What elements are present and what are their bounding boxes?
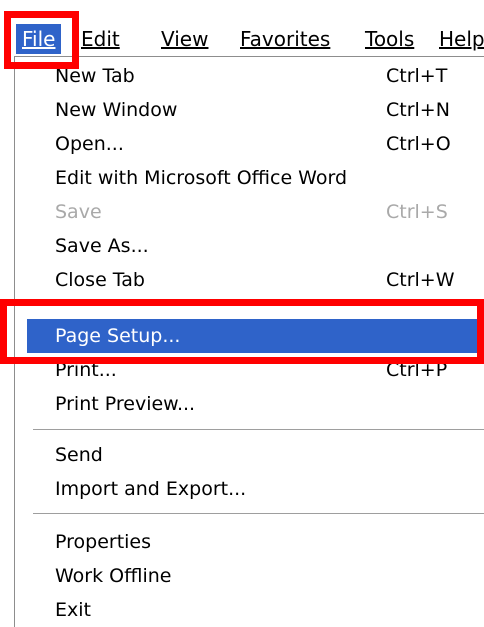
menu-item-new-tab[interactable]: New Tab Ctrl+T (55, 59, 484, 93)
menu-item-label: New Window (55, 99, 178, 121)
menu-file-label: File (22, 27, 56, 51)
menu-separator (33, 429, 484, 430)
menu-item-label: Open... (55, 133, 124, 155)
menu-view[interactable]: View (161, 24, 208, 54)
menu-item-page-setup[interactable]: Page Setup... (27, 319, 484, 353)
menu-item-label: Properties (55, 531, 152, 553)
menu-edit-label: Edit (81, 27, 120, 51)
menu-item-label: Exit (55, 599, 91, 621)
menu-item-shortcut: Ctrl+P (386, 359, 448, 381)
menu-separator (33, 513, 484, 514)
menu-item-label: Save As... (55, 235, 149, 257)
menu-item-shortcut: Ctrl+T (386, 65, 448, 87)
menu-favorites-label: Favorites (240, 27, 331, 51)
menu-item-label: Edit with Microsoft Office Word (55, 167, 348, 189)
menu-item-send[interactable]: Send (55, 438, 484, 472)
menu-item-import-export[interactable]: Import and Export... (55, 472, 484, 506)
menu-item-close-tab[interactable]: Close Tab Ctrl+W (55, 263, 484, 297)
menu-item-label: Import and Export... (55, 478, 247, 500)
menu-item-open[interactable]: Open... Ctrl+O (55, 127, 484, 161)
menu-help-label: Help (439, 27, 484, 51)
menu-item-save-as[interactable]: Save As... (55, 229, 484, 263)
menu-item-shortcut: Ctrl+S (386, 201, 448, 223)
menu-separator (33, 304, 484, 305)
menu-file[interactable]: File (16, 24, 62, 54)
menu-item-label: Page Setup... (55, 325, 181, 347)
menu-item-print[interactable]: Print... Ctrl+P (55, 353, 484, 387)
menu-favorites[interactable]: Favorites (240, 24, 330, 54)
menu-item-label: Close Tab (55, 269, 145, 291)
menu-item-label: New Tab (55, 65, 135, 87)
menu-item-shortcut: Ctrl+O (386, 133, 451, 155)
menu-item-shortcut: Ctrl+N (386, 99, 450, 121)
menu-help[interactable]: Help (439, 24, 484, 54)
menu-item-exit[interactable]: Exit (55, 593, 484, 627)
menu-tools[interactable]: Tools (365, 24, 414, 54)
menu-item-label: Save (55, 201, 102, 223)
file-menu-dropdown: New Tab Ctrl+T New Window Ctrl+N Open...… (14, 56, 484, 627)
menu-tools-label: Tools (365, 27, 415, 51)
menu-edit[interactable]: Edit (81, 24, 120, 54)
menu-item-edit-with-word[interactable]: Edit with Microsoft Office Word (55, 161, 484, 195)
menu-item-print-preview[interactable]: Print Preview... (55, 387, 484, 421)
menu-item-label: Work Offline (55, 565, 172, 587)
menu-view-label: View (161, 27, 209, 51)
menu-item-label: Print... (55, 359, 117, 381)
menu-item-label: Send (55, 444, 103, 466)
menu-item-save: Save Ctrl+S (55, 195, 484, 229)
menu-item-label: Print Preview... (55, 393, 196, 415)
menu-item-shortcut: Ctrl+W (386, 269, 455, 291)
menu-item-work-offline[interactable]: Work Offline (55, 559, 484, 593)
menu-item-new-window[interactable]: New Window Ctrl+N (55, 93, 484, 127)
menu-item-properties[interactable]: Properties (55, 525, 484, 559)
